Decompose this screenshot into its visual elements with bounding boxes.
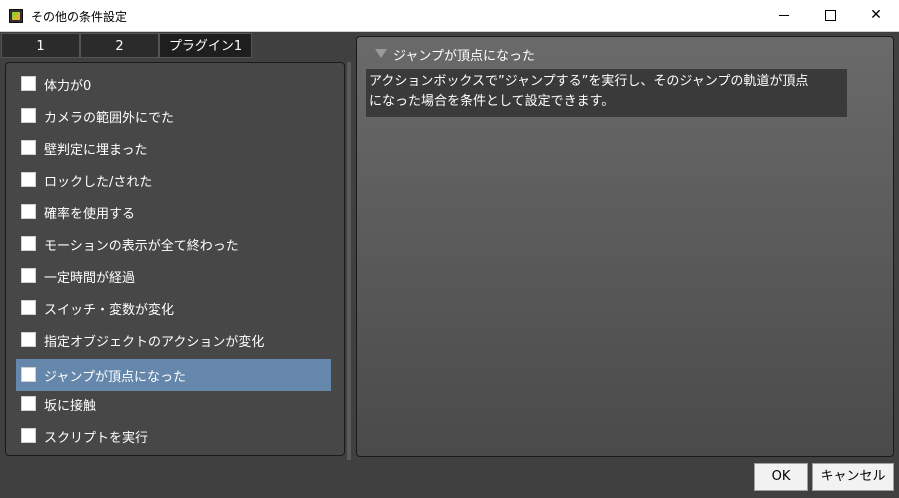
detail-panel: ジャンプが頂点になった アクションボックスで”ジャンプする”を実行し、そのジャン…: [356, 36, 894, 457]
checkbox[interactable]: [21, 236, 36, 251]
condition-item[interactable]: モーションの表示が全て終わった: [16, 228, 331, 260]
condition-label: ロックした/された: [44, 175, 153, 190]
minimize-button[interactable]: [761, 0, 807, 31]
checkbox[interactable]: [21, 332, 36, 347]
checkbox[interactable]: [21, 268, 36, 283]
description-line: になった場合を条件として設定できます。: [369, 94, 615, 109]
close-button[interactable]: ✕: [853, 0, 899, 31]
panel-splitter[interactable]: [347, 62, 351, 460]
condition-label: 指定オブジェクトのアクションが変化: [44, 335, 265, 350]
condition-label: モーションの表示が全て終わった: [44, 239, 239, 254]
window-title: その他の条件設定: [31, 10, 128, 24]
condition-item[interactable]: 確率を使用する: [16, 196, 331, 228]
condition-list: 体力が0 カメラの範囲外にでた 壁判定に埋まった ロックした/された 確率を使用…: [5, 62, 345, 456]
app-icon: [9, 9, 23, 23]
condition-item[interactable]: ロックした/された: [16, 164, 331, 196]
checkbox[interactable]: [21, 367, 36, 382]
maximize-button[interactable]: [807, 0, 853, 31]
cancel-button[interactable]: キャンセル: [812, 463, 894, 491]
checkbox[interactable]: [21, 204, 36, 219]
collapse-arrow-icon[interactable]: [375, 49, 387, 58]
ok-button[interactable]: OK: [754, 463, 808, 491]
condition-item[interactable]: 体力が0: [16, 68, 331, 100]
condition-label: 一定時間が経過: [44, 271, 136, 286]
title-bar: その他の条件設定 ✕: [0, 0, 899, 32]
condition-item[interactable]: 一定時間が経過: [16, 260, 331, 292]
condition-label: ジャンプが頂点になった: [44, 370, 186, 385]
description-box: アクションボックスで”ジャンプする”を実行し、そのジャンプの軌道が頂点 になった…: [366, 69, 847, 117]
condition-label: 体力が0: [44, 79, 92, 94]
condition-item[interactable]: 坂に接触: [16, 388, 331, 420]
condition-label: 確率を使用する: [44, 207, 136, 222]
checkbox[interactable]: [21, 140, 36, 155]
description-line: アクションボックスで”ジャンプする”を実行し、そのジャンプの軌道が頂点: [369, 74, 809, 89]
checkbox[interactable]: [21, 108, 36, 123]
checkbox[interactable]: [21, 172, 36, 187]
condition-label: スクリプトを実行: [44, 431, 149, 446]
checkbox[interactable]: [21, 396, 36, 411]
condition-label: 壁判定に埋まった: [44, 143, 148, 158]
tab-plugin1[interactable]: プラグイン1: [159, 33, 252, 58]
tab-1[interactable]: 1: [1, 33, 80, 58]
condition-item[interactable]: 壁判定に埋まった: [16, 132, 331, 164]
condition-item[interactable]: 指定オブジェクトのアクションが変化: [16, 324, 331, 356]
condition-item[interactable]: スクリプトを実行: [16, 420, 331, 452]
condition-item-selected[interactable]: ジャンプが頂点になった: [16, 359, 331, 391]
condition-label: カメラの範囲外にでた: [44, 111, 175, 126]
condition-item[interactable]: スイッチ・変数が変化: [16, 292, 331, 324]
close-icon: ✕: [870, 7, 882, 23]
condition-item[interactable]: カメラの範囲外にでた: [16, 100, 331, 132]
minimize-icon: [779, 14, 789, 16]
checkbox[interactable]: [21, 300, 36, 315]
checkbox[interactable]: [21, 76, 36, 91]
maximize-icon: [824, 9, 836, 21]
detail-title: ジャンプが頂点になった: [393, 49, 535, 64]
condition-label: 坂に接触: [44, 399, 97, 414]
tab-2[interactable]: 2: [80, 33, 159, 58]
checkbox[interactable]: [21, 428, 36, 443]
condition-label: スイッチ・変数が変化: [44, 303, 175, 318]
